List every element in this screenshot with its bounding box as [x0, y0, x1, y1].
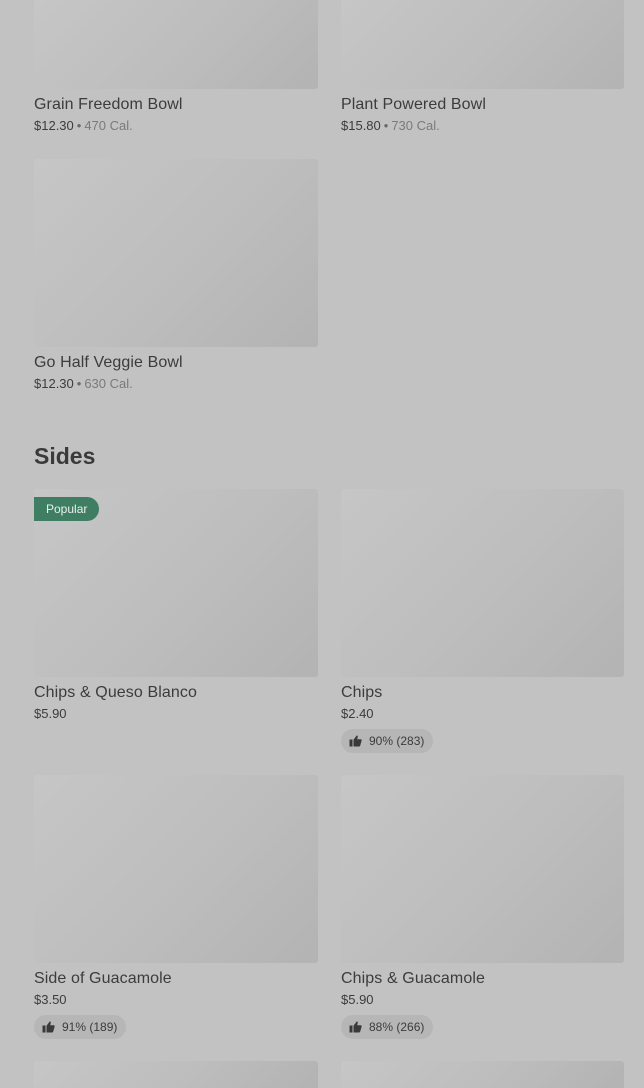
section-title-sides: Sides: [34, 443, 96, 469]
item-name: Grain Freedom Bowl: [34, 96, 183, 113]
item-image: [341, 775, 624, 963]
item-meta: $5.90: [341, 991, 624, 1009]
thumbs-up-icon: [349, 735, 362, 747]
item-image: [341, 489, 624, 677]
item-calories: 470 Cal.: [84, 118, 133, 133]
thumbs-up-icon: [349, 1021, 362, 1033]
rating-pill: 90% (283): [341, 729, 434, 753]
item-meta: $5.90: [34, 705, 318, 723]
item-price: $5.90: [341, 992, 374, 1007]
separator: •: [383, 118, 389, 133]
thumbs-up-icon: [42, 1021, 55, 1033]
item-price: $12.30: [34, 118, 74, 133]
rating-pill: 91% (189): [34, 1015, 127, 1039]
item-name: Plant Powered Bowl: [341, 96, 486, 113]
rating-value: 88% (266): [369, 1020, 425, 1034]
item-price: $15.80: [341, 118, 381, 133]
item-calories: 630 Cal.: [84, 376, 133, 391]
menu-item-card[interactable]: Side of Guacamole $3.50 91% (189): [34, 775, 318, 1039]
item-price: $12.30: [34, 376, 74, 391]
popular-badge: Popular: [34, 497, 100, 521]
menu-item-card[interactable]: [341, 1061, 624, 1088]
menu-item-card[interactable]: Plant Powered Bowl $15.80 • 730 Cal.: [341, 0, 624, 135]
item-meta: $15.80 • 730 Cal.: [341, 117, 624, 135]
menu-item-card[interactable]: Chips $2.40 90% (283): [341, 489, 624, 753]
item-calories: 730 Cal.: [391, 118, 440, 133]
item-name: Chips & Queso Blanco: [34, 684, 197, 701]
item-image: [34, 1061, 318, 1088]
item-name: Chips: [341, 684, 383, 701]
item-image: [341, 0, 624, 89]
menu-page: Grain Freedom Bowl $12.30 • 470 Cal. Plant…: [0, 0, 644, 1088]
menu-item-card[interactable]: Go Half Veggie Bowl $12.30 • 630 Cal.: [34, 159, 318, 393]
item-image: [341, 1061, 624, 1088]
item-price: $3.50: [34, 992, 67, 1007]
item-image: [34, 0, 318, 89]
item-image: [34, 159, 318, 347]
item-meta: $12.30 • 630 Cal.: [34, 375, 318, 393]
item-price: $5.90: [34, 706, 67, 721]
separator: •: [76, 118, 82, 133]
item-meta: $2.40: [341, 705, 624, 723]
item-meta: $3.50: [34, 991, 318, 1009]
item-name: Chips & Guacamole: [341, 970, 485, 987]
rating-value: 91% (189): [62, 1020, 118, 1034]
menu-item-card[interactable]: Popular Chips & Queso Blanco $5.90: [34, 489, 318, 723]
rating-pill: 88% (266): [341, 1015, 434, 1039]
item-meta: $12.30 • 470 Cal.: [34, 117, 318, 135]
menu-item-card[interactable]: [34, 1061, 318, 1088]
item-image: [34, 775, 318, 963]
rating-value: 90% (283): [369, 734, 425, 748]
menu-item-card[interactable]: Grain Freedom Bowl $12.30 • 470 Cal.: [34, 0, 318, 135]
item-name: Side of Guacamole: [34, 970, 172, 987]
separator: •: [76, 376, 82, 391]
item-price: $2.40: [341, 706, 374, 721]
menu-item-card[interactable]: Chips & Guacamole $5.90 88% (266): [341, 775, 624, 1039]
item-name: Go Half Veggie Bowl: [34, 354, 183, 371]
item-image: Popular: [34, 489, 318, 677]
